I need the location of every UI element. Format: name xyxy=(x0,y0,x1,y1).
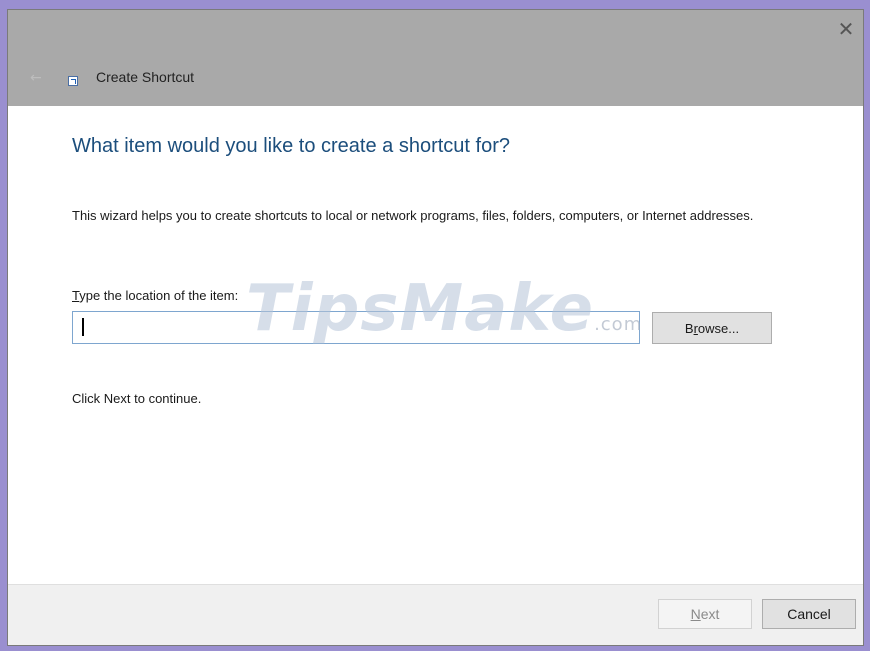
next-label-text: ext xyxy=(700,606,720,622)
page-heading: What item would you like to create a sho… xyxy=(72,135,510,157)
browse-label-suffix: owse... xyxy=(697,320,740,336)
continue-hint: Click Next to continue. xyxy=(72,391,202,406)
browse-button[interactable]: Browse... xyxy=(652,312,772,344)
window-title: Create Shortcut xyxy=(96,69,195,85)
location-input[interactable] xyxy=(72,311,640,344)
create-shortcut-window: ✕ ← Create Shortcut What item would you … xyxy=(7,9,864,646)
back-arrow-icon: ← xyxy=(30,70,42,86)
next-label-access-key: N xyxy=(690,606,701,622)
wizard-description: This wizard helps you to create shortcut… xyxy=(72,208,754,223)
location-label: Type the location of the item: xyxy=(72,288,238,303)
browse-label-prefix: B xyxy=(684,320,694,336)
text-caret xyxy=(82,318,84,336)
next-button[interactable]: Next xyxy=(658,599,752,629)
shortcut-icon xyxy=(68,76,78,86)
close-button[interactable]: ✕ xyxy=(835,18,857,40)
cancel-button[interactable]: Cancel xyxy=(762,599,856,629)
location-label-text: ype the location of the item: xyxy=(79,288,239,303)
button-footer: Next Cancel xyxy=(8,584,863,645)
title-bar: ✕ ← Create Shortcut xyxy=(8,10,863,106)
